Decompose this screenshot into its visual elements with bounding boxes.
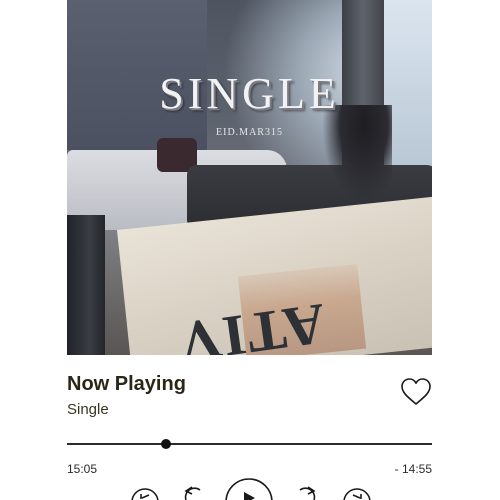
art-bottle bbox=[67, 215, 105, 355]
time-remaining: - 14:55 bbox=[394, 462, 432, 476]
art-person bbox=[322, 105, 392, 205]
play-button[interactable] bbox=[224, 477, 274, 500]
track-title: Now Playing bbox=[67, 373, 186, 395]
forward-15-icon[interactable] bbox=[292, 486, 320, 500]
time-elapsed: 15:05 bbox=[67, 462, 98, 476]
progress-knob[interactable] bbox=[160, 439, 171, 449]
heart-outline-icon[interactable] bbox=[400, 377, 432, 407]
next-track-icon[interactable] bbox=[342, 488, 372, 500]
play-icon bbox=[244, 492, 255, 500]
album-art: ATIV SINGLE EID.MAR315 bbox=[67, 0, 432, 355]
album-subtitle: EID.MAR315 bbox=[216, 127, 283, 138]
rewind-15-icon[interactable] bbox=[180, 486, 208, 500]
track-artist[interactable]: Single bbox=[67, 401, 109, 418]
previous-track-icon[interactable] bbox=[130, 488, 160, 500]
album-title: SINGLE bbox=[159, 69, 340, 118]
progress-bar[interactable] bbox=[67, 439, 432, 449]
